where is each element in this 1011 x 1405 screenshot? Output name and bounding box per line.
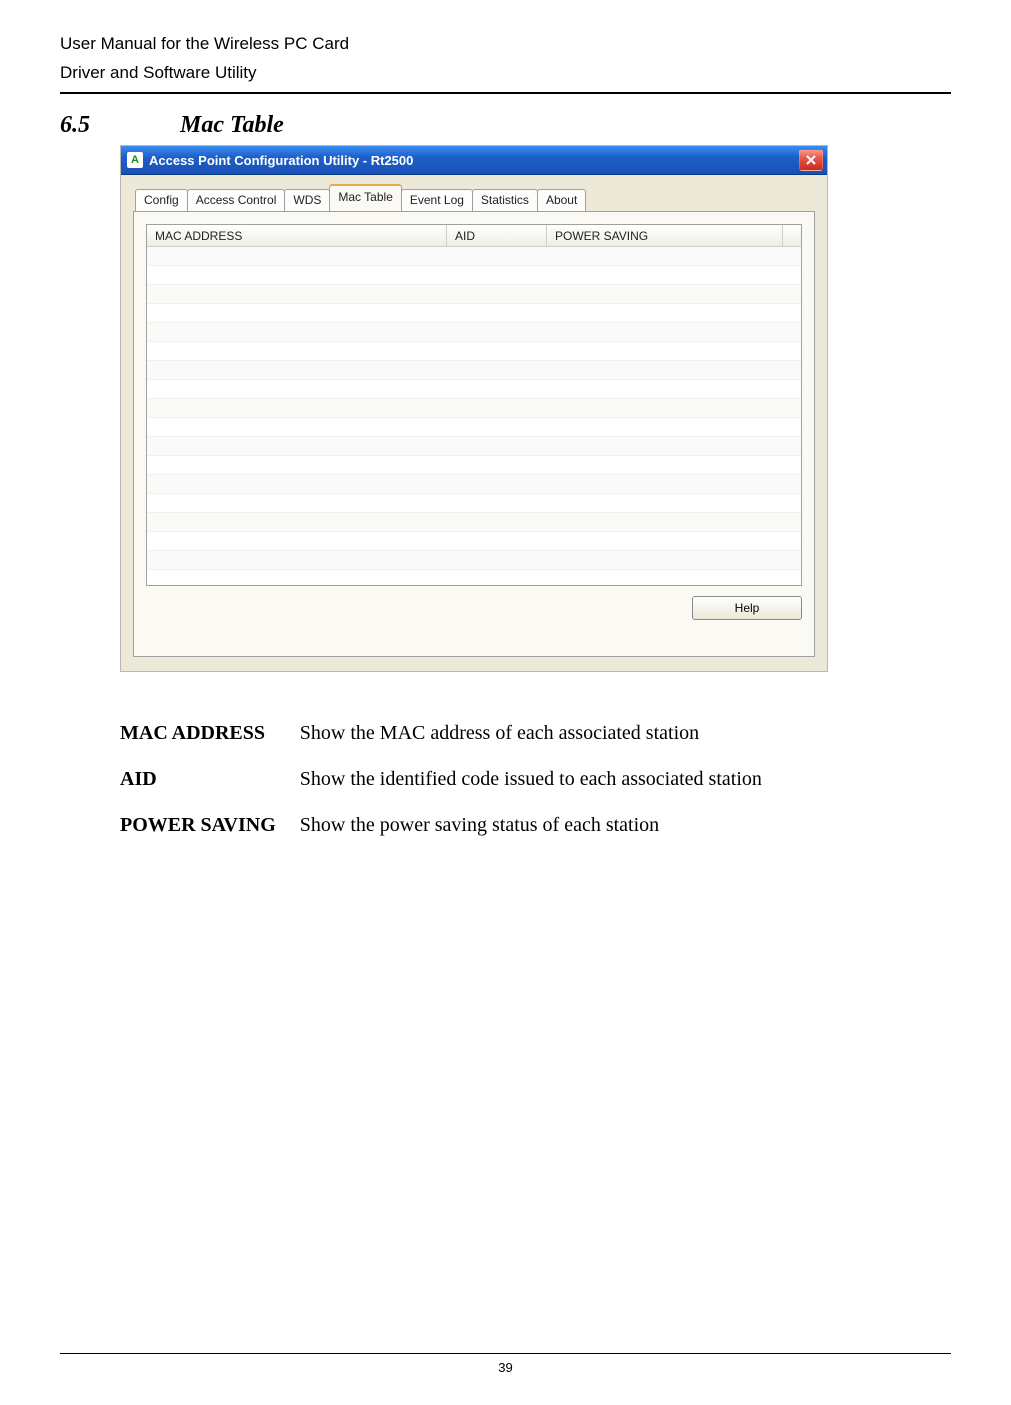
page-header: User Manual for the Wireless PC Card Dri… bbox=[60, 30, 951, 94]
listview-body bbox=[147, 247, 801, 586]
definitions-block: MAC ADDRESS Show the MAC address of each… bbox=[120, 710, 951, 848]
table-row bbox=[147, 380, 801, 399]
header-rule bbox=[60, 92, 951, 94]
table-row bbox=[147, 342, 801, 361]
column-header-stub bbox=[783, 225, 801, 246]
definition-row: MAC ADDRESS Show the MAC address of each… bbox=[120, 710, 762, 756]
table-row bbox=[147, 475, 801, 494]
close-icon bbox=[806, 155, 816, 165]
section-heading: 6.5 Mac Table bbox=[60, 112, 951, 139]
tab-config[interactable]: Config bbox=[135, 189, 188, 212]
definition-row: AID Show the identified code issued to e… bbox=[120, 756, 762, 802]
table-row bbox=[147, 323, 801, 342]
definition-term: MAC ADDRESS bbox=[120, 710, 300, 756]
table-row bbox=[147, 570, 801, 586]
definition-desc: Show the identified code issued to each … bbox=[300, 756, 762, 802]
listview-header: MAC ADDRESS AID POWER SAVING bbox=[147, 225, 801, 247]
help-row: Help bbox=[146, 596, 802, 620]
section-title-text: Mac Table bbox=[180, 112, 284, 138]
table-row bbox=[147, 456, 801, 475]
tabs: Config Access Control WDS Mac Table Even… bbox=[133, 189, 815, 657]
window-titlebar[interactable]: A Access Point Configuration Utility - R… bbox=[121, 146, 827, 175]
table-row bbox=[147, 437, 801, 456]
window-title-text: Access Point Configuration Utility - Rt2… bbox=[149, 153, 413, 168]
table-row bbox=[147, 285, 801, 304]
footer-rule bbox=[60, 1353, 951, 1354]
table-row bbox=[147, 266, 801, 285]
table-row bbox=[147, 513, 801, 532]
tab-event-log[interactable]: Event Log bbox=[401, 189, 473, 212]
definition-term: AID bbox=[120, 756, 300, 802]
table-row bbox=[147, 418, 801, 437]
page-number: 39 bbox=[60, 1360, 951, 1375]
header-line1: User Manual for the Wireless PC Card bbox=[60, 30, 951, 57]
titlebar-left: A Access Point Configuration Utility - R… bbox=[127, 152, 413, 168]
tab-mac-table[interactable]: Mac Table bbox=[329, 184, 401, 211]
table-row bbox=[147, 551, 801, 570]
table-row bbox=[147, 494, 801, 513]
definition-desc: Show the power saving status of each sta… bbox=[300, 802, 762, 848]
definitions-table: MAC ADDRESS Show the MAC address of each… bbox=[120, 710, 762, 848]
app-icon: A bbox=[127, 152, 143, 168]
table-row bbox=[147, 304, 801, 323]
definition-desc: Show the MAC address of each associated … bbox=[300, 710, 762, 756]
tab-statistics[interactable]: Statistics bbox=[472, 189, 538, 212]
table-row bbox=[147, 361, 801, 380]
header-line2: Driver and Software Utility bbox=[60, 59, 951, 86]
definition-row: POWER SAVING Show the power saving statu… bbox=[120, 802, 762, 848]
help-button[interactable]: Help bbox=[692, 596, 802, 620]
screenshot-window: A Access Point Configuration Utility - R… bbox=[120, 145, 828, 672]
page-footer: 39 bbox=[60, 1353, 951, 1375]
table-row bbox=[147, 399, 801, 418]
table-row bbox=[147, 532, 801, 551]
tab-access-control[interactable]: Access Control bbox=[187, 189, 286, 212]
tab-about[interactable]: About bbox=[537, 189, 586, 212]
section-number: 6.5 bbox=[60, 112, 90, 138]
column-header-aid[interactable]: AID bbox=[447, 225, 547, 246]
window-body: Config Access Control WDS Mac Table Even… bbox=[121, 175, 827, 671]
table-row bbox=[147, 247, 801, 266]
column-header-power-saving[interactable]: POWER SAVING bbox=[547, 225, 783, 246]
mac-table-listview[interactable]: MAC ADDRESS AID POWER SAVING bbox=[146, 224, 802, 586]
tab-wds[interactable]: WDS bbox=[284, 189, 330, 212]
close-button[interactable] bbox=[799, 149, 823, 171]
definition-term: POWER SAVING bbox=[120, 802, 300, 848]
column-header-mac[interactable]: MAC ADDRESS bbox=[147, 225, 447, 246]
tab-panel: MAC ADDRESS AID POWER SAVING bbox=[133, 211, 815, 657]
